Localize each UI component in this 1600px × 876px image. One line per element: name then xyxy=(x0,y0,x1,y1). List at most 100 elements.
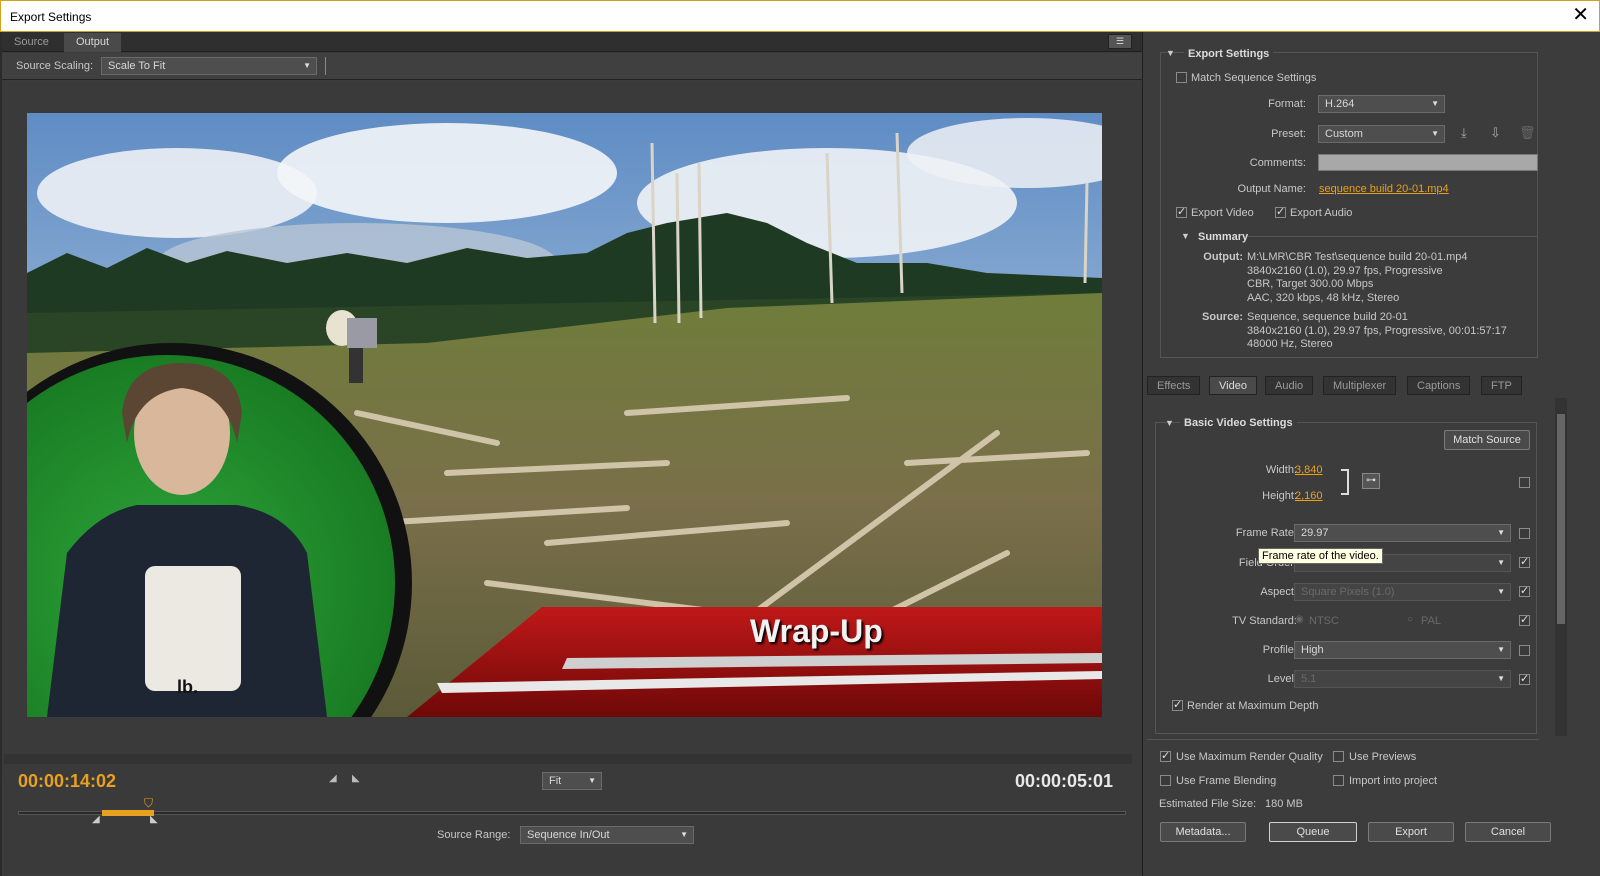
frame-rate-dropdown[interactable]: 29.97 ▼ xyxy=(1294,524,1511,542)
settings-scrollbar[interactable] xyxy=(1555,398,1567,736)
settings-scrollbar-thumb[interactable] xyxy=(1557,414,1565,624)
match-sequence-checkbox[interactable] xyxy=(1176,72,1187,83)
chevron-down-icon: ▼ xyxy=(1497,645,1505,654)
chevron-down-icon: ▼ xyxy=(1497,528,1505,537)
tab-effects[interactable]: Effects xyxy=(1147,376,1201,395)
tab-ftp[interactable]: FTP xyxy=(1481,376,1522,395)
preview-tabs: Source Output ☰ xyxy=(2,32,1160,52)
queue-button[interactable]: Queue xyxy=(1269,822,1357,842)
source-range-dropdown[interactable]: Sequence In/Out ▼ xyxy=(520,826,694,844)
tab-output[interactable]: Output xyxy=(64,33,122,52)
format-value: H.264 xyxy=(1325,98,1355,110)
tab-multiplexer[interactable]: Multiplexer xyxy=(1323,376,1397,395)
current-timecode[interactable]: 00:00:14:02 xyxy=(18,771,116,792)
summary-divider xyxy=(1243,236,1537,237)
height-value[interactable]: 2,160 xyxy=(1295,490,1323,502)
collapse-triangle-icon[interactable]: ▼ xyxy=(1181,231,1190,241)
width-value[interactable]: 3,840 xyxy=(1295,464,1323,476)
collapse-triangle-icon[interactable]: ▼ xyxy=(1165,418,1174,428)
source-scaling-label: Source Scaling: xyxy=(16,60,94,72)
tv-standard-checkbox[interactable] xyxy=(1519,613,1530,626)
settings-panel: ▼ Export Settings Match Sequence Setting… xyxy=(1142,32,1600,876)
ntsc-radio: ◉ xyxy=(1295,614,1304,625)
constrain-bracket xyxy=(1341,469,1349,495)
pal-label: PAL xyxy=(1421,615,1441,627)
width-height-override-checkbox[interactable] xyxy=(1519,477,1530,488)
export-video-label: Export Video xyxy=(1191,207,1254,219)
summary-source-line: 3840x2160 (1.0), 29.97 fps, Progressive,… xyxy=(1247,324,1507,337)
summary-output-line: 3840x2160 (1.0), 29.97 fps, Progressive xyxy=(1247,264,1443,277)
source-range-label: Source Range: xyxy=(437,829,511,841)
tab-audio[interactable]: Audio xyxy=(1265,376,1314,395)
field-order-checkbox[interactable] xyxy=(1519,555,1530,568)
tv-standard-label: TV Standard: xyxy=(1232,615,1297,627)
chevron-down-icon: ▼ xyxy=(1431,99,1439,108)
use-previews-checkbox[interactable] xyxy=(1333,751,1344,762)
set-in-point-icon[interactable]: ◢ xyxy=(329,773,337,784)
output-name-link[interactable]: sequence build 20-01.mp4 xyxy=(1319,183,1449,195)
export-video-checkbox[interactable] xyxy=(1176,205,1187,218)
format-label: Format: xyxy=(1268,98,1306,110)
pal-radio: ○ xyxy=(1407,614,1414,625)
delete-preset-icon: 🗑 xyxy=(1519,125,1536,140)
tab-source[interactable]: Source xyxy=(2,33,61,52)
frame-rate-tooltip: Frame rate of the video. xyxy=(1258,548,1383,564)
zoom-dropdown[interactable]: Fit ▼ xyxy=(542,772,602,790)
export-button[interactable]: Export xyxy=(1368,822,1454,842)
link-icon[interactable]: ⊶ xyxy=(1362,473,1380,489)
profile-value: High xyxy=(1301,644,1324,656)
cancel-button[interactable]: Cancel xyxy=(1465,822,1551,842)
viewer-horizontal-scrollbar[interactable] xyxy=(4,754,1132,764)
export-audio-checkbox[interactable] xyxy=(1275,205,1286,218)
max-render-quality-label: Use Maximum Render Quality xyxy=(1176,751,1323,763)
save-preset-icon[interactable]: ⤓ xyxy=(1461,125,1467,141)
chevron-down-icon: ▼ xyxy=(588,776,596,785)
render-max-depth-label: Render at Maximum Depth xyxy=(1187,700,1319,712)
metadata-button[interactable]: Metadata... xyxy=(1160,822,1246,842)
import-project-checkbox[interactable] xyxy=(1333,775,1344,786)
window-title: Export Settings xyxy=(10,10,92,24)
profile-label: Profile: xyxy=(1262,644,1297,656)
tab-captions[interactable]: Captions xyxy=(1407,376,1471,395)
summary-source-line: Sequence, sequence build 20-01 xyxy=(1247,311,1408,323)
source-scaling-dropdown[interactable]: Scale To Fit ▼ xyxy=(101,57,317,75)
in-point-marker[interactable]: ◢ xyxy=(92,814,100,825)
max-render-quality-checkbox[interactable] xyxy=(1160,749,1171,762)
match-source-button[interactable]: Match Source xyxy=(1444,430,1530,450)
source-range-value: Sequence In/Out xyxy=(527,829,610,841)
frame-rate-checkbox[interactable] xyxy=(1519,528,1530,539)
playhead-icon[interactable]: ⛉ xyxy=(144,796,153,811)
profile-checkbox[interactable] xyxy=(1519,645,1530,656)
format-dropdown[interactable]: H.264 ▼ xyxy=(1318,95,1445,113)
render-max-depth-checkbox[interactable] xyxy=(1172,698,1183,711)
frame-blending-label: Use Frame Blending xyxy=(1176,775,1277,787)
summary-source: Sequence, sequence build 20-01 3840x2160… xyxy=(1247,311,1507,352)
set-out-point-icon[interactable]: ◣ xyxy=(352,773,360,784)
frame-blending-checkbox[interactable] xyxy=(1160,775,1171,786)
source-scaling-bar: Source Scaling: Scale To Fit ▼ xyxy=(2,53,1160,80)
out-point-marker[interactable]: ◣ xyxy=(150,814,158,825)
timeline-track[interactable] xyxy=(18,811,1126,815)
summary-output-line: AAC, 320 kbps, 48 kHz, Stereo xyxy=(1247,291,1400,304)
divider xyxy=(1147,739,1539,740)
ntsc-label: NTSC xyxy=(1309,615,1339,627)
frame-rate-value: 29.97 xyxy=(1301,527,1329,539)
video-frame-image: lb. xyxy=(27,113,1102,717)
zoom-value: Fit xyxy=(549,775,562,787)
chevron-down-icon: ▼ xyxy=(1497,587,1505,596)
comments-input[interactable] xyxy=(1318,154,1538,171)
level-checkbox[interactable] xyxy=(1519,672,1530,685)
summary-output-line: CBR, Target 300.00 Mbps xyxy=(1247,278,1374,290)
preset-label: Preset: xyxy=(1271,128,1306,140)
collapse-triangle-icon[interactable]: ▼ xyxy=(1166,48,1175,58)
tab-video[interactable]: Video xyxy=(1209,376,1257,395)
preset-dropdown[interactable]: Custom ▼ xyxy=(1318,125,1445,143)
import-preset-icon[interactable]: ⇩ xyxy=(1490,125,1501,141)
duration-timecode: 00:00:05:01 xyxy=(1015,771,1114,791)
aspect-label: Aspect: xyxy=(1260,586,1297,598)
close-icon[interactable]: ✕ xyxy=(1572,5,1589,25)
aspect-checkbox[interactable] xyxy=(1519,584,1530,597)
profile-dropdown[interactable]: High ▼ xyxy=(1294,641,1511,659)
timeline-bar: 00:00:14:02 ◢ ◣ Fit ▼ 00:00:05:01 ◢ ◣ ⛉ … xyxy=(4,766,1144,874)
panel-menu-icon[interactable]: ☰ xyxy=(1108,34,1132,49)
